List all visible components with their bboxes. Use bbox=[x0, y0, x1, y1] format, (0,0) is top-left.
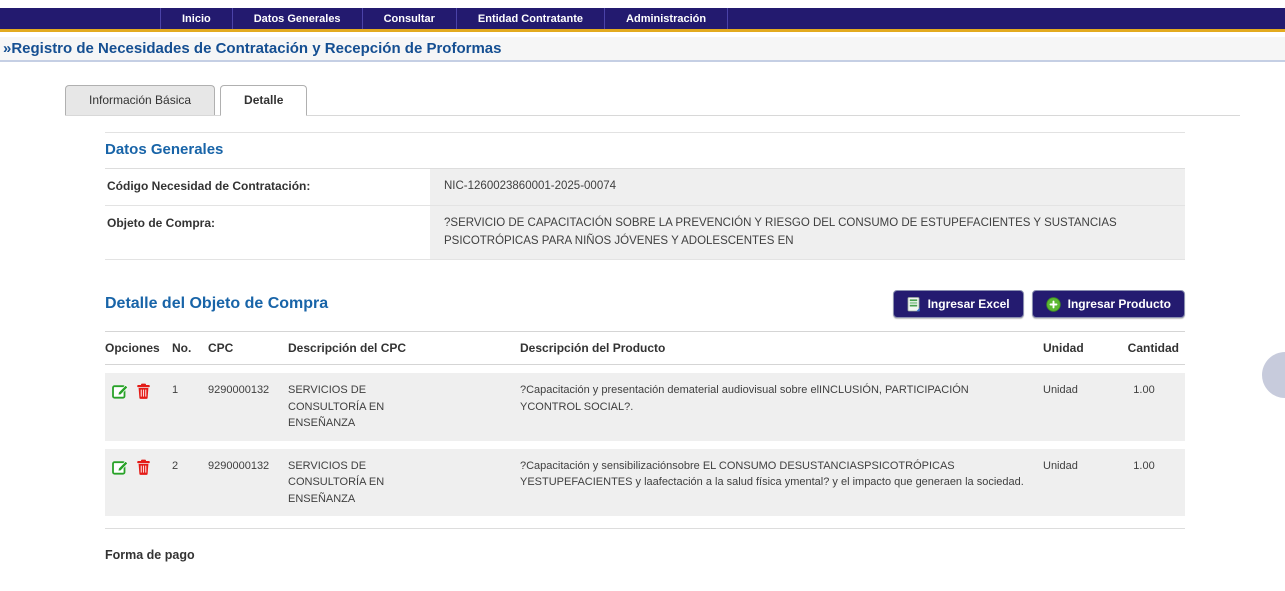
field-value: ?SERVICIO DE CAPACITACIÓN SOBRE LA PREVE… bbox=[430, 206, 1185, 260]
row-product-description: ?Capacitación y sensibilizaciónsobre EL … bbox=[520, 458, 1037, 491]
top-navbar: Inicio Datos Generales Consultar Entidad… bbox=[0, 8, 1285, 29]
plus-icon bbox=[1046, 297, 1061, 312]
tab-strip: Información Básica Detalle bbox=[65, 84, 1240, 115]
nav-item[interactable]: Inicio bbox=[160, 8, 233, 29]
row-unidad: Unidad bbox=[1043, 373, 1109, 441]
field-label: Objeto de Compra: bbox=[105, 206, 430, 260]
col-unidad: Unidad bbox=[1043, 332, 1109, 364]
datos-generales-heading: Datos Generales bbox=[105, 141, 1185, 158]
field-row: Objeto de Compra: ?SERVICIO DE CAPACITAC… bbox=[105, 206, 1185, 261]
table-row: 2 9290000132 SERVICIOS DE CONSULTORÍA EN… bbox=[105, 449, 1185, 517]
col-descripcion-cpc: Descripción del CPC bbox=[288, 332, 520, 364]
edit-icon[interactable] bbox=[112, 459, 129, 475]
nav-item[interactable]: Administración bbox=[605, 8, 728, 29]
row-unidad: Unidad bbox=[1043, 449, 1109, 517]
col-no: No. bbox=[172, 332, 208, 364]
col-opciones: Opciones bbox=[105, 332, 172, 364]
row-options-cell bbox=[105, 373, 172, 441]
row-cpc: 9290000132 bbox=[208, 373, 288, 441]
nav-item[interactable]: Consultar bbox=[363, 8, 457, 29]
tab-informacion-basica[interactable]: Información Básica bbox=[65, 85, 215, 115]
detalle-buttons: Ingresar Excel Ingresar Producto bbox=[893, 290, 1185, 318]
panel-body: Datos Generales Código Necesidad de Cont… bbox=[65, 115, 1240, 591]
row-number: 1 bbox=[172, 373, 208, 441]
row-cpc-description: SERVICIOS DE CONSULTORÍA EN ENSEÑANZA bbox=[288, 382, 400, 432]
col-cantidad: Cantidad bbox=[1109, 332, 1185, 364]
nav-item-label: Administración bbox=[626, 13, 706, 25]
forma-de-pago-label: Forma de pago bbox=[105, 548, 1185, 562]
table-header: Opciones No. CPC Descripción del CPC Des… bbox=[105, 331, 1185, 365]
row-cantidad: 1.00 bbox=[1109, 449, 1185, 517]
col-cpc: CPC bbox=[208, 332, 288, 364]
nav-item-label: Consultar bbox=[384, 13, 435, 25]
nav-item[interactable]: Entidad Contratante bbox=[457, 8, 605, 29]
table-bottom-divider bbox=[105, 528, 1185, 529]
nav-item-label: Entidad Contratante bbox=[478, 13, 583, 25]
table-body: 1 9290000132 SERVICIOS DE CONSULTORÍA EN… bbox=[105, 373, 1185, 516]
delete-icon[interactable] bbox=[136, 459, 151, 475]
detalle-header-row: Detalle del Objeto de Compra Ingresar Ex… bbox=[105, 290, 1185, 318]
detalle-heading: Detalle del Objeto de Compra bbox=[105, 295, 328, 313]
nav-item-label: Inicio bbox=[182, 13, 211, 25]
ingresar-producto-button[interactable]: Ingresar Producto bbox=[1032, 290, 1185, 318]
page-title-bar: »Registro de Necesidades de Contratación… bbox=[0, 37, 1285, 62]
col-descripcion-producto: Descripción del Producto bbox=[520, 332, 1043, 364]
row-cantidad: 1.00 bbox=[1109, 373, 1185, 441]
delete-icon[interactable] bbox=[136, 383, 151, 399]
gold-divider bbox=[0, 29, 1285, 32]
row-number: 2 bbox=[172, 449, 208, 517]
floating-widget[interactable] bbox=[1262, 352, 1285, 398]
row-cpc-description: SERVICIOS DE CONSULTORÍA EN ENSEÑANZA bbox=[288, 458, 400, 508]
nav-item[interactable]: Datos Generales bbox=[233, 8, 363, 29]
field-row: Código Necesidad de Contratación: NIC-12… bbox=[105, 169, 1185, 206]
datos-generales-fields: Código Necesidad de Contratación: NIC-12… bbox=[105, 169, 1185, 260]
ingresar-producto-label: Ingresar Producto bbox=[1068, 297, 1171, 311]
row-options-cell bbox=[105, 449, 172, 517]
page-title: »Registro de Necesidades de Contratación… bbox=[3, 40, 502, 57]
ingresar-excel-label: Ingresar Excel bbox=[928, 297, 1010, 311]
tab-detalle[interactable]: Detalle bbox=[220, 85, 307, 116]
ingresar-excel-button[interactable]: Ingresar Excel bbox=[893, 290, 1024, 318]
edit-icon[interactable] bbox=[112, 383, 129, 399]
excel-icon bbox=[907, 297, 921, 312]
field-label: Código Necesidad de Contratación: bbox=[105, 169, 430, 205]
form-top-divider bbox=[105, 132, 1185, 133]
field-value: NIC-1260023860001-2025-00074 bbox=[430, 169, 1185, 205]
row-product-description: ?Capacitación y presentación dematerial … bbox=[520, 382, 1037, 415]
table-row: 1 9290000132 SERVICIOS DE CONSULTORÍA EN… bbox=[105, 373, 1185, 441]
row-cpc: 9290000132 bbox=[208, 449, 288, 517]
main-panel: Información Básica Detalle Datos General… bbox=[65, 84, 1240, 591]
nav-item-label: Datos Generales bbox=[254, 13, 341, 25]
